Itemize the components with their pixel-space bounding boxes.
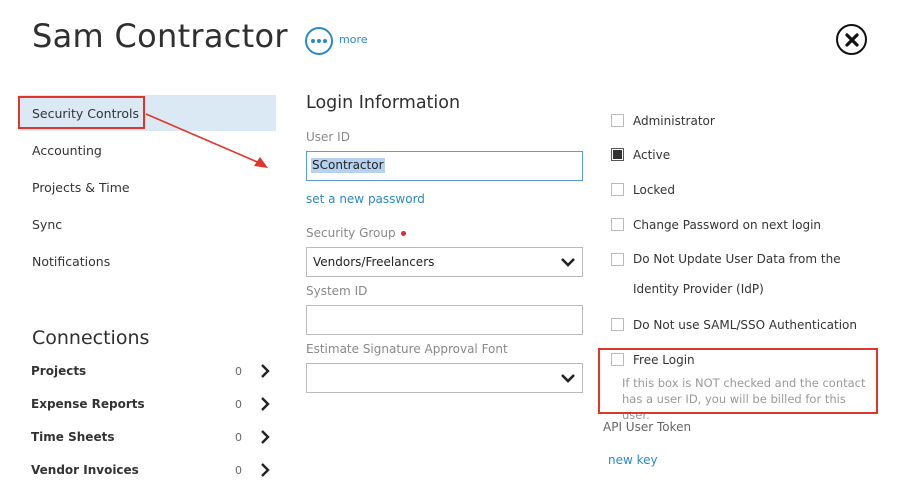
chevron-down-icon — [561, 374, 575, 383]
connection-count: 0 — [235, 397, 242, 411]
signature-font-select[interactable] — [306, 363, 583, 393]
connection-label: Expense Reports — [31, 397, 145, 411]
sidebar-item-sync[interactable]: Sync — [32, 217, 62, 233]
no-saml-checkbox-row[interactable]: Do Not use SAML/SSO Authentication — [611, 317, 857, 333]
change-password-checkbox[interactable] — [611, 218, 624, 231]
system-id-label: System ID — [306, 284, 368, 298]
security-group-label-text: Security Group — [306, 226, 396, 240]
locked-checkbox-row[interactable]: Locked — [611, 182, 675, 198]
chevron-right-icon — [261, 364, 270, 378]
api-token-label: API User Token — [603, 420, 692, 434]
no-update-idp-label: Do Not Update User Data from the Identit… — [633, 252, 841, 296]
change-password-label: Change Password on next login — [633, 218, 822, 232]
user-id-value: SContractor — [311, 158, 385, 173]
connection-label: Vendor Invoices — [31, 463, 139, 477]
new-key-link[interactable]: new key — [608, 453, 658, 467]
connection-row-expense-reports[interactable]: Expense Reports 0 — [31, 394, 271, 414]
required-indicator-icon — [400, 231, 406, 236]
chevron-right-icon — [261, 463, 270, 477]
connection-count: 0 — [235, 463, 242, 477]
connection-label: Time Sheets — [31, 430, 115, 444]
ellipsis-icon — [311, 39, 315, 43]
sidebar-item-accounting[interactable]: Accounting — [32, 143, 102, 159]
connection-row-vendor-invoices[interactable]: Vendor Invoices 0 — [31, 460, 271, 480]
signature-font-label: Estimate Signature Approval Font — [306, 342, 508, 356]
active-checkbox-row[interactable]: Active — [611, 147, 670, 163]
no-update-idp-checkbox[interactable] — [611, 253, 624, 266]
chevron-right-icon — [261, 430, 270, 444]
chevron-down-icon — [561, 258, 575, 267]
connection-count: 0 — [235, 364, 242, 378]
close-button[interactable] — [836, 24, 867, 55]
connections-title: Connections — [32, 327, 150, 349]
security-group-label: Security Group — [306, 225, 406, 241]
security-group-value: Vendors/Freelancers — [313, 255, 435, 269]
ellipsis-dot — [323, 39, 327, 43]
active-label: Active — [633, 148, 671, 162]
security-group-select[interactable]: Vendors/Freelancers — [306, 247, 583, 277]
annotation-arrow-icon — [145, 113, 268, 168]
annotation-highlight-box — [18, 96, 145, 129]
administrator-checkbox-row[interactable]: Administrator — [611, 113, 715, 129]
administrator-label: Administrator — [633, 114, 715, 128]
ellipsis-dot — [317, 39, 321, 43]
active-checkbox[interactable] — [611, 148, 624, 161]
more-options-button[interactable] — [305, 27, 333, 55]
connection-row-projects[interactable]: Projects 0 — [31, 361, 271, 381]
sidebar-item-projects-time[interactable]: Projects & Time — [32, 180, 130, 196]
system-id-input[interactable] — [306, 305, 583, 335]
no-saml-label: Do Not use SAML/SSO Authentication — [633, 318, 858, 332]
more-link[interactable]: more — [339, 33, 368, 46]
page-title: Sam Contractor — [32, 17, 288, 55]
locked-label: Locked — [633, 183, 675, 197]
checkmark-icon — [613, 150, 622, 159]
annotation-highlight-box — [598, 348, 878, 414]
login-section-title: Login Information — [306, 93, 461, 113]
user-id-label: User ID — [306, 130, 350, 144]
close-icon — [844, 32, 859, 47]
locked-checkbox[interactable] — [611, 183, 624, 196]
chevron-right-icon — [261, 397, 270, 411]
sidebar-item-notifications[interactable]: Notifications — [32, 254, 110, 270]
no-update-idp-checkbox-row[interactable]: Do Not Update User Data from the Identit… — [611, 252, 851, 304]
no-saml-checkbox[interactable] — [611, 318, 624, 331]
connection-count: 0 — [235, 430, 242, 444]
connection-label: Projects — [31, 364, 87, 378]
set-password-link[interactable]: set a new password — [306, 192, 425, 206]
connection-row-time-sheets[interactable]: Time Sheets 0 — [31, 427, 271, 447]
administrator-checkbox[interactable] — [611, 114, 624, 127]
change-password-checkbox-row[interactable]: Change Password on next login — [611, 217, 821, 233]
